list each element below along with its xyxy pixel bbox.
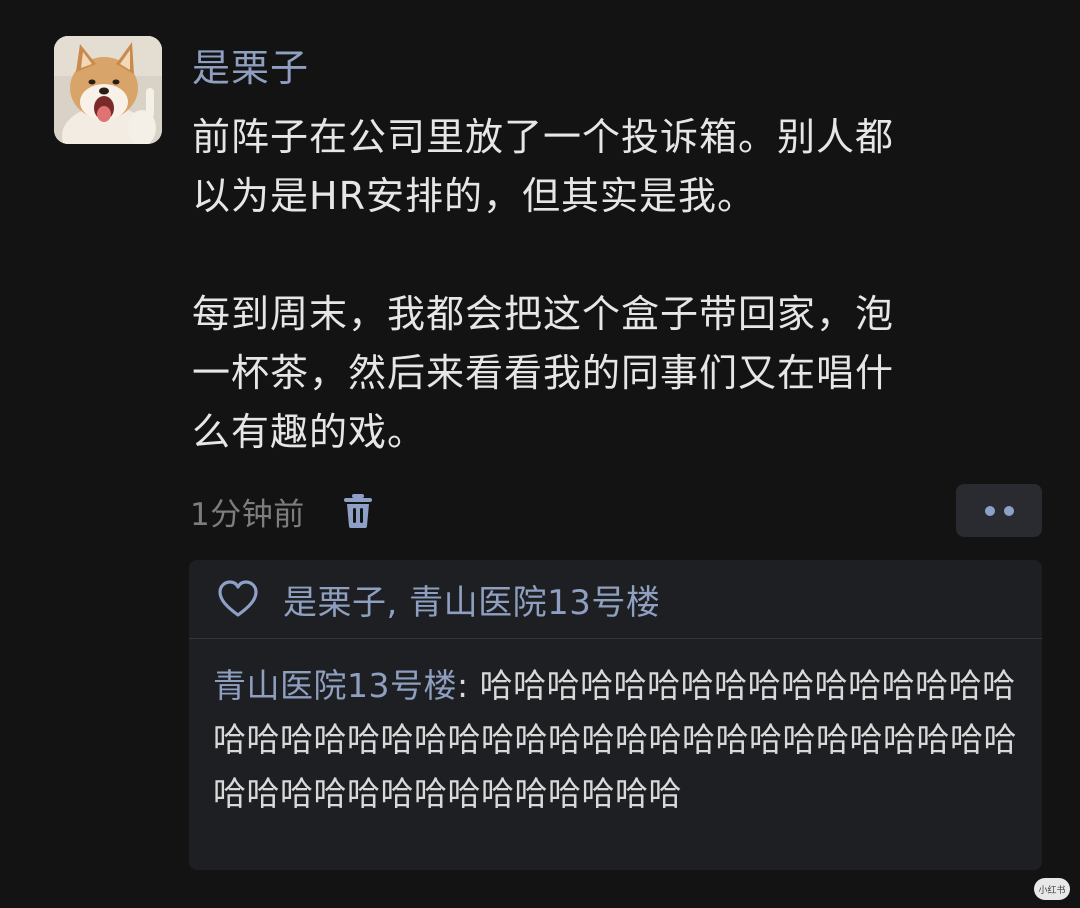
heart-outline-icon[interactable] (217, 580, 259, 618)
more-options-button[interactable] (956, 484, 1042, 537)
username[interactable]: 是栗子 (192, 40, 309, 96)
reply-box: 是栗子, 青山医院13号楼 青山医院13号楼: 哈哈哈哈哈哈哈哈哈哈哈哈哈哈哈哈… (189, 560, 1042, 870)
likes-row: 是栗子, 青山医院13号楼 (189, 560, 1042, 639)
shiba-dog-avatar-image (54, 36, 162, 144)
likes-names[interactable]: 是栗子, 青山医院13号楼 (283, 575, 660, 624)
post: 是栗子 前阵子在公司里放了一个投诉箱。别人都 以为是HR安排的，但其实是我。 每… (0, 0, 1080, 908)
more-dots-icon (1003, 505, 1014, 516)
post-timestamp: 1分钟前 (190, 496, 305, 533)
avatar[interactable] (54, 36, 162, 144)
trash-icon[interactable] (341, 491, 375, 531)
comment-separator: : (457, 666, 480, 705)
post-content: 前阵子在公司里放了一个投诉箱。别人都 以为是HR安排的，但其实是我。 每到周末，… (192, 115, 895, 454)
watermark-logo: 小红书 (1034, 878, 1070, 900)
more-dots-icon (984, 505, 995, 516)
post-meta-row: 1分钟前 (190, 484, 375, 538)
comment-item[interactable]: 青山医院13号楼: 哈哈哈哈哈哈哈哈哈哈哈哈哈哈哈哈哈哈哈哈哈哈哈哈哈哈哈哈哈哈… (189, 639, 1042, 821)
comment-author[interactable]: 青山医院13号楼 (213, 666, 457, 705)
